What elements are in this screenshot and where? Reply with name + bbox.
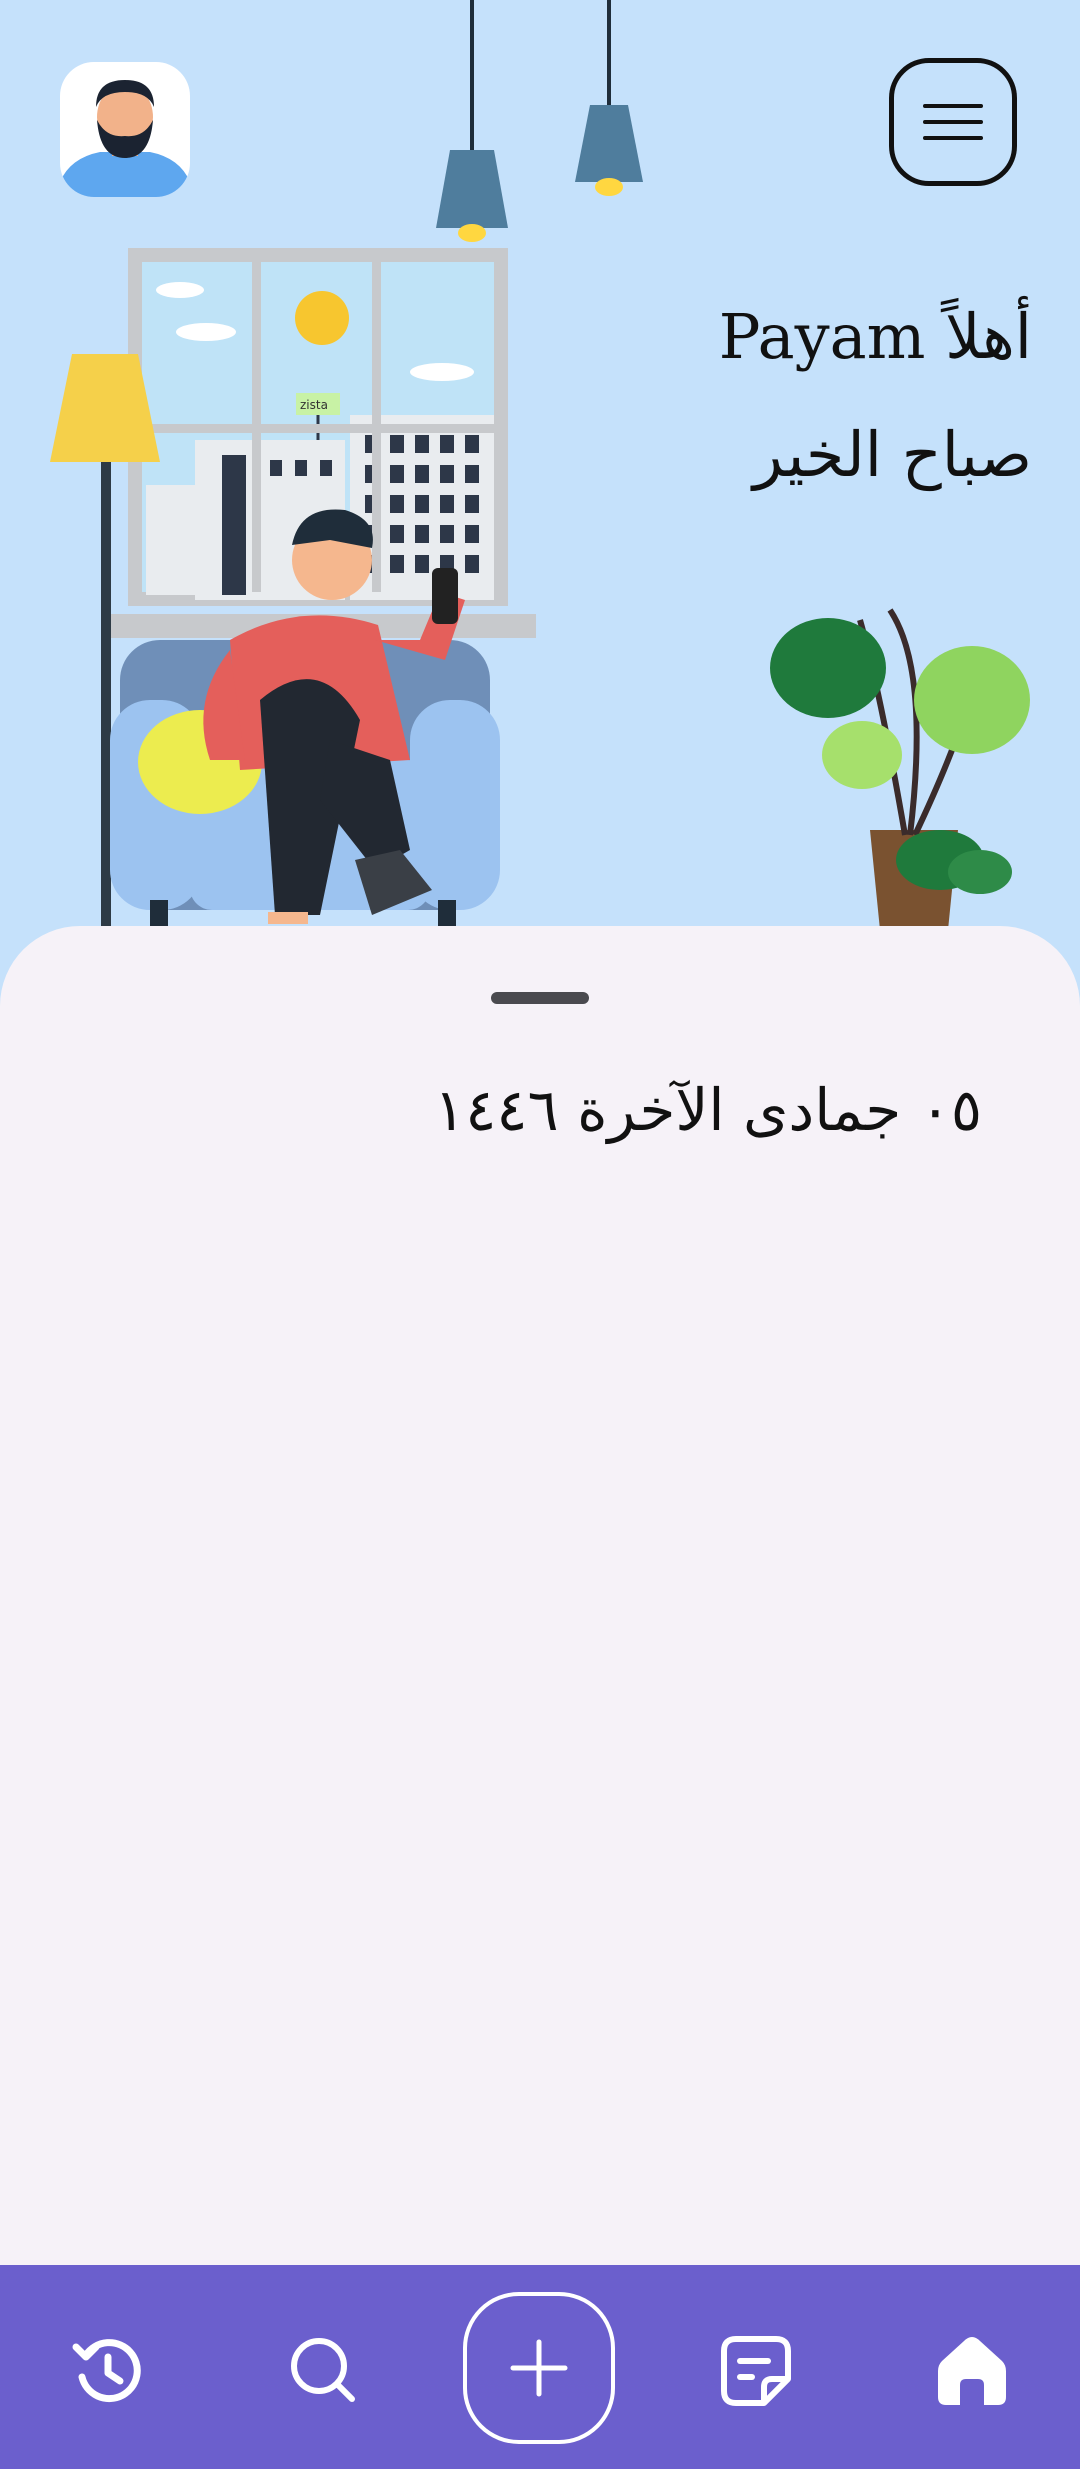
add-icon xyxy=(510,2339,568,2397)
nav-history-button[interactable] xyxy=(62,2325,154,2417)
hero-illustration: zista أهلاً Payam صباح الخير xyxy=(0,0,1080,940)
bottom-navigation xyxy=(0,2265,1080,2469)
nav-home-button[interactable] xyxy=(926,2325,1018,2417)
nav-search-button[interactable] xyxy=(278,2325,370,2417)
note-icon xyxy=(721,2336,791,2406)
sign-text: zista xyxy=(300,398,328,412)
sheet-handle[interactable] xyxy=(491,992,589,1004)
greeting-hello: أهلاً Payam xyxy=(718,300,1032,373)
history-icon xyxy=(72,2339,141,2403)
home-icon xyxy=(938,2337,1006,2405)
user-avatar-icon xyxy=(60,80,190,197)
hijri-date: ٠٥ جمادی الآخرة ١٤٤٦ xyxy=(434,1076,982,1144)
hamburger-menu-icon xyxy=(923,104,983,140)
nav-notes-button[interactable] xyxy=(710,2325,802,2417)
add-button[interactable] xyxy=(463,2292,615,2444)
greeting-morning: صباح الخير xyxy=(752,418,1032,491)
search-icon xyxy=(291,2338,355,2402)
bottom-sheet: ٠٥ جمادی الآخرة ١٤٤٦ xyxy=(0,926,1080,2266)
avatar[interactable] xyxy=(60,62,190,197)
menu-button[interactable] xyxy=(889,58,1017,186)
